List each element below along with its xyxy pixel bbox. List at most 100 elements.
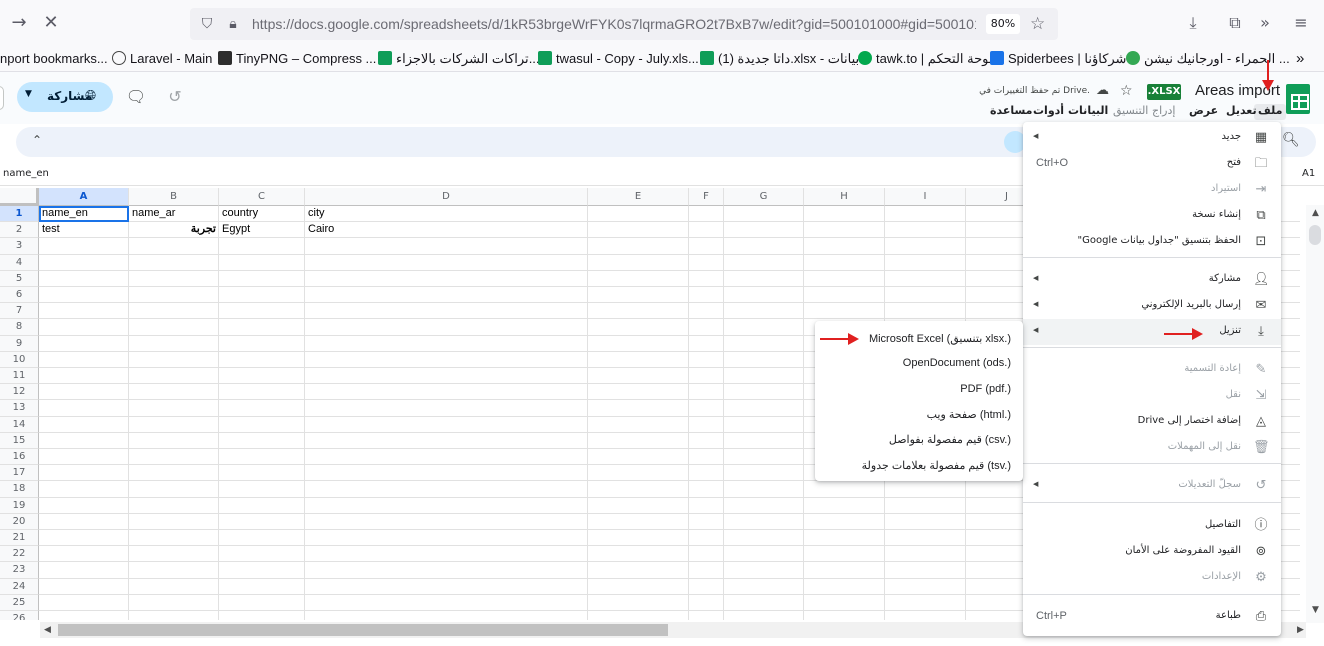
row-header[interactable]: 3 (0, 238, 39, 255)
row-header[interactable]: 17 (0, 465, 39, 482)
file-menu-item[interactable]: ⊚ القيود المفروضة على الأمان (1023, 539, 1281, 565)
file-menu-item[interactable]: 🗀 فتح Ctrl+O (1023, 151, 1281, 177)
row-header[interactable]: 13 (0, 400, 39, 417)
row-header[interactable]: 24 (0, 578, 39, 595)
row-header[interactable]: 26 (0, 611, 39, 620)
bookmark-tawk[interactable]: tawk.to | لوحة التحكم (858, 50, 993, 68)
column-header[interactable]: E (588, 188, 689, 206)
row-header[interactable]: 4 (0, 254, 39, 271)
menu-data[interactable]: البيانات (1068, 104, 1108, 120)
cell[interactable]: تجربة (129, 222, 219, 237)
menu-file[interactable]: ملف (1254, 104, 1287, 120)
row-header[interactable]: 20 (0, 513, 39, 530)
file-menu-item[interactable]: ⎙ طباعة Ctrl+P (1023, 604, 1281, 630)
download-format-item[interactable]: قيم مفصولة بفواصل (csv.) (815, 427, 1023, 452)
file-menu-item[interactable]: ⇲ نقل (1023, 383, 1281, 409)
side-panel-handle[interactable] (0, 86, 4, 110)
collapse-toolbar-icon[interactable]: ⌃ (32, 133, 42, 147)
download-format-item[interactable]: صفحة ويب (html.) (815, 402, 1023, 427)
scroll-up-icon[interactable]: ▲ (1312, 208, 1319, 218)
file-menu-item[interactable]: ▦ جديد ◀ (1023, 125, 1281, 151)
row-header[interactable]: 25 (0, 594, 39, 611)
row-header[interactable]: 21 (0, 530, 39, 547)
row-header[interactable]: 6 (0, 287, 39, 304)
file-menu-item[interactable]: ◬ إضافة اختصار إلى Drive (1023, 409, 1281, 435)
share-button[interactable]: ▼ مشاركة 🌐︎ (17, 82, 113, 112)
menu-view[interactable]: عرض (1189, 104, 1218, 120)
url-text[interactable]: https://docs.google.com/spreadsheets/d/1… (252, 16, 976, 34)
file-menu-item[interactable]: ↺ سجلّ التعديلات ◀ (1023, 473, 1281, 499)
menu-help[interactable]: مساعدة (990, 104, 1033, 120)
row-header[interactable]: 7 (0, 303, 39, 320)
star-icon[interactable]: ☆ (1120, 83, 1133, 99)
bookmarks-overflow-icon[interactable]: » (1296, 50, 1304, 68)
menu-edit[interactable]: تعديل (1226, 104, 1257, 120)
column-header[interactable]: H (804, 188, 885, 206)
file-menu-item[interactable]: 🗑︎ نقل إلى المهملات (1023, 435, 1281, 461)
file-menu-item[interactable]: 👤︎ مشاركة ◀ (1023, 267, 1281, 293)
chevron-down-icon[interactable]: ▼ (25, 89, 32, 99)
row-header[interactable]: 10 (0, 351, 39, 368)
stop-loading-icon[interactable]: ✕ (40, 12, 62, 34)
row-header[interactable]: 14 (0, 416, 39, 433)
cell[interactable]: Egypt (219, 222, 305, 237)
download-format-item[interactable]: OpenDocument (ods.) (815, 351, 1023, 376)
sheets-logo-icon[interactable] (1286, 84, 1310, 114)
search-icon[interactable]: 🔍︎ (1282, 132, 1300, 148)
row-header[interactable]: 11 (0, 368, 39, 385)
scroll-right-icon[interactable]: ▶ (1297, 625, 1304, 635)
row-header[interactable]: 23 (0, 562, 39, 579)
column-header[interactable]: G (724, 188, 804, 206)
menu-tools[interactable]: أدوات (1033, 104, 1064, 120)
scroll-down-icon[interactable]: ▼ (1312, 605, 1319, 615)
cloud-saved-icon[interactable]: ☁︎ (1096, 83, 1109, 98)
cell[interactable]: test (39, 222, 129, 237)
bookmark-sheet-2[interactable]: twasul - Copy - July.xls... (538, 50, 699, 68)
extensions-icon[interactable]: ⧉ (1224, 12, 1246, 34)
row-header[interactable]: 5 (0, 270, 39, 287)
bookmark-star-icon[interactable]: ☆ (1030, 14, 1050, 34)
cell[interactable]: name_ar (129, 206, 219, 221)
file-menu-item[interactable]: ⧉ إنشاء نسخة (1023, 203, 1281, 229)
save-status[interactable]: تم حفظ التغييرات في Drive. (960, 86, 1090, 96)
select-all-corner[interactable] (0, 188, 39, 206)
row-header[interactable]: 8 (0, 319, 39, 336)
file-menu-item[interactable]: ⚙ الإعدادات (1023, 565, 1281, 591)
download-format-item[interactable]: PDF (pdf.) (815, 377, 1023, 402)
column-header[interactable]: I (885, 188, 966, 206)
version-history-icon[interactable]: ↺ (164, 86, 186, 108)
row-header[interactable]: 1 (0, 206, 39, 223)
forward-icon[interactable]: → (8, 12, 30, 34)
column-header[interactable]: A (39, 188, 129, 206)
file-menu-item[interactable]: ✎ إعادة التسمية (1023, 357, 1281, 383)
file-menu-item[interactable]: ⤓ تنزيل ◀ (1023, 319, 1281, 345)
lock-icon[interactable]: 🔒︎ (224, 15, 242, 33)
downloads-icon[interactable]: ⤓ (1182, 12, 1204, 34)
bookmark-import[interactable]: nport bookmarks... (0, 50, 108, 68)
file-menu-item[interactable]: ⓘ التفاصيل (1023, 513, 1281, 539)
cell[interactable]: country (219, 206, 305, 221)
column-header[interactable]: C (219, 188, 305, 206)
bookmark-sheet-3[interactable]: داتا جديدة (1).xlsx - بيانات... (700, 50, 870, 68)
overflow-chevron-icon[interactable]: » (1254, 12, 1276, 34)
comments-icon[interactable]: 🗨︎ (125, 86, 147, 108)
file-menu-item[interactable]: ⇥ استيراد (1023, 177, 1281, 203)
row-header[interactable]: 2 (0, 222, 39, 239)
row-header[interactable]: 12 (0, 384, 39, 401)
zoom-level[interactable]: 80% (986, 14, 1020, 34)
column-header[interactable]: B (129, 188, 219, 206)
vertical-scrollbar[interactable] (1306, 205, 1324, 623)
menu-insert[interactable]: إدراج (1152, 104, 1175, 120)
menu-icon[interactable]: ≡ (1290, 12, 1312, 34)
cell[interactable]: city (305, 206, 588, 221)
bookmark-spiderbees[interactable]: Spiderbees | شركاؤنا (990, 50, 1126, 68)
row-header[interactable]: 22 (0, 546, 39, 563)
bookmark-tinypng[interactable]: TinyPNG – Compress ... (218, 50, 376, 68)
file-menu-item[interactable]: ✉ إرسال بالبريد الإلكتروني ◀ (1023, 293, 1281, 319)
row-header[interactable]: 18 (0, 481, 39, 498)
shield-icon[interactable]: ⛉ (198, 15, 216, 33)
address-bar[interactable]: ⛉ 🔒︎ https://docs.google.com/spreadsheet… (190, 8, 1058, 40)
bookmark-sheet-1[interactable]: تراكات الشركات بالاجزاء... (378, 50, 540, 68)
scroll-thumb[interactable] (58, 624, 668, 636)
download-format-item[interactable]: قيم مفصولة بعلامات جدولة (tsv.) (815, 453, 1023, 478)
